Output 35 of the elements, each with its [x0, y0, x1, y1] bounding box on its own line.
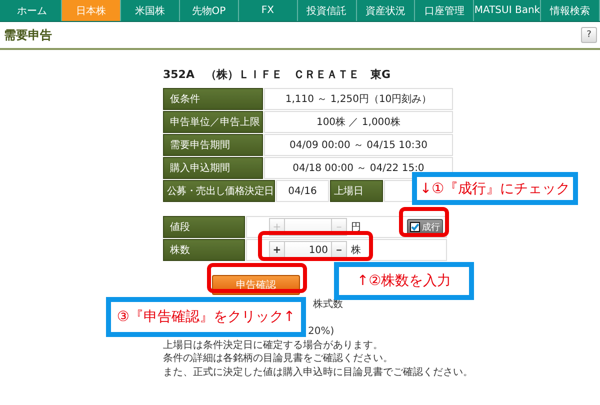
nav-tab[interactable]: 資産状況 [356, 0, 416, 21]
row-label: 株数 [163, 239, 245, 261]
instruction-callout: ③『申告確認』をクリック↑ [106, 297, 306, 337]
row-label: 購入申込期間 [163, 157, 263, 179]
nav-tab[interactable]: 日本株 [62, 0, 121, 21]
note-text: 上場日は条件決定日に確定する場合があります。 [163, 340, 383, 350]
note-text: 20%) [308, 326, 334, 337]
row-value: 04/16 [276, 180, 329, 202]
row-value: 1,110 ～ 1,250円（10円刻み） [264, 88, 453, 110]
issue-heading: 352A （株）ＬＩＦＥ ＣＲＥＡＴＥ 東G [163, 67, 391, 82]
instruction-callout: ↓①『成行』にチェック [412, 172, 578, 205]
nav-tab[interactable]: 情報検索 [541, 0, 600, 21]
row-value: 04/18 00:00 ～ 04/22 15:0 [264, 157, 453, 179]
checked-checkbox-icon[interactable] [410, 222, 420, 232]
row-label: 公募・売出し価格決定日 [163, 180, 275, 202]
nav-tab[interactable]: 投資信託 [298, 0, 357, 21]
help-button[interactable]: ? [581, 27, 597, 43]
row-label: 申告単位／申告上限 [163, 111, 263, 133]
row-label: 上場日 [330, 180, 383, 202]
note-text: 条件の詳細は各銘柄の目論見書をご確認ください。 [163, 353, 393, 364]
page-title: 需要申告 [4, 26, 52, 44]
instruction-callout: ↑②株数を入力 [334, 262, 474, 300]
row-label: 値段 [163, 216, 245, 238]
row-value: 04/09 00:00 ～ 04/15 10:30 [264, 134, 453, 156]
row-label: 需要申告期間 [163, 134, 263, 156]
row-value: 100株 ／ 1,000株 [264, 111, 453, 133]
unit-label: 円 [351, 221, 361, 234]
nav-tab[interactable]: MATSUI Bank [474, 0, 542, 21]
unit-label: 株 [351, 244, 361, 257]
note-text: また、正式に決定した値は購入申込時に目論見書でご確認ください。 [163, 366, 473, 378]
nav-tab[interactable]: 先物OP [180, 0, 239, 21]
nav-tab[interactable]: 米国株 [120, 0, 180, 21]
row-label: 仮条件 [163, 88, 263, 110]
nav-tab[interactable]: 口座管理 [415, 0, 474, 21]
nav-tab[interactable]: FX [238, 0, 298, 21]
